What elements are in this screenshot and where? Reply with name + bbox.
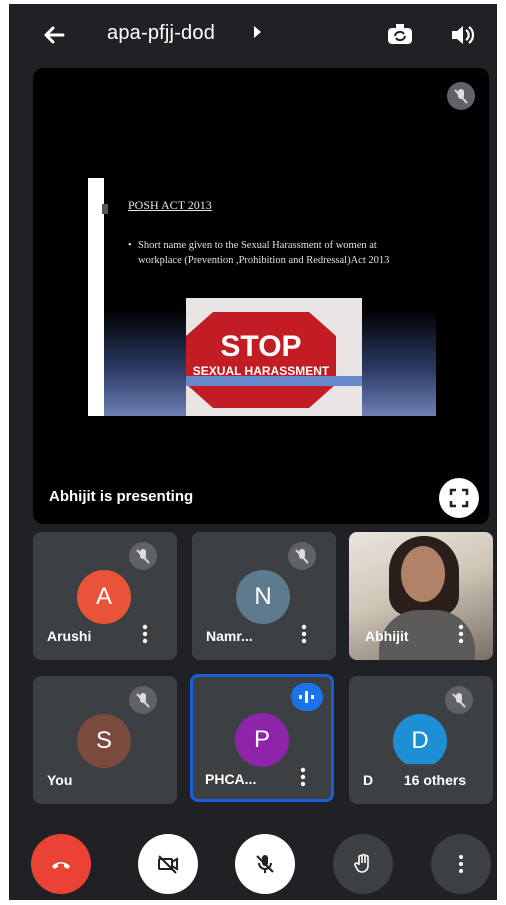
participant-name: D <box>363 772 374 788</box>
participant-video-tile[interactable]: Abhijit <box>349 532 493 660</box>
meet-screen: apa-pfjj-dod POSH ACT 2013 Short name gi… <box>9 4 497 900</box>
raise-hand-icon <box>354 853 369 873</box>
end-call-button[interactable] <box>31 834 91 894</box>
raise-hand-button[interactable] <box>333 834 393 894</box>
participant-name: Namr... <box>206 628 253 644</box>
more-options-button[interactable] <box>431 834 491 894</box>
slide-title: POSH ACT 2013 <box>128 198 212 212</box>
switch-camera-icon[interactable] <box>385 20 415 50</box>
mic-toggle-button[interactable] <box>235 834 295 894</box>
top-bar: apa-pfjj-dod <box>9 4 497 62</box>
avatar: D <box>393 714 447 768</box>
more-vert-icon <box>459 855 463 873</box>
participant-name: You <box>47 772 73 788</box>
slide-bullet: Short name given to the Sexual Harassmen… <box>128 238 408 268</box>
camera-off-icon <box>158 855 178 874</box>
mic-off-icon <box>129 542 157 570</box>
presentation-tile[interactable]: POSH ACT 2013 Short name given to the Se… <box>33 68 489 524</box>
avatar: N <box>236 570 290 624</box>
image-band <box>186 376 362 386</box>
back-arrow-icon[interactable] <box>39 20 69 50</box>
avatar: S <box>77 714 131 768</box>
person-face <box>401 546 445 602</box>
more-vert-icon[interactable] <box>139 622 151 646</box>
speaking-indicator-icon <box>291 683 323 711</box>
presenting-label: Abhijit is presenting <box>49 488 194 505</box>
avatar: P <box>235 713 289 767</box>
stop-sign-text: STOP <box>220 330 302 363</box>
camera-toggle-button[interactable] <box>138 834 198 894</box>
shared-slide: POSH ACT 2013 Short name given to the Se… <box>88 178 436 416</box>
more-vert-icon[interactable] <box>455 622 467 646</box>
avatar: A <box>77 570 131 624</box>
mic-off-icon <box>445 686 473 714</box>
mic-off-icon <box>288 542 316 570</box>
others-count-badge[interactable]: 16 others <box>387 764 483 796</box>
fullscreen-icon <box>449 488 469 508</box>
participant-tile[interactable]: A Arushi <box>33 532 177 660</box>
participant-tile-others[interactable]: D D 16 others <box>349 676 493 804</box>
participant-tile[interactable]: N Namr... <box>192 532 336 660</box>
fullscreen-button[interactable] <box>439 478 479 518</box>
more-vert-icon[interactable] <box>298 622 310 646</box>
stop-sign-shape: STOP SEXUAL HARASSMENT <box>186 312 336 408</box>
meeting-code[interactable]: apa-pfjj-dod <box>107 22 215 45</box>
slide-marker <box>102 204 108 214</box>
participant-tile[interactable]: S You <box>33 676 177 804</box>
mic-off-icon <box>129 686 157 714</box>
mic-off-icon <box>256 855 274 873</box>
stop-harassment-image: STOP SEXUAL HARASSMENT <box>186 298 362 416</box>
speaker-icon[interactable] <box>447 20 477 50</box>
participant-name: Abhijit <box>365 628 409 644</box>
participant-name: Arushi <box>47 628 92 644</box>
caret-right-icon[interactable] <box>254 26 261 38</box>
more-vert-icon[interactable] <box>297 765 309 789</box>
participant-name: PHCA... <box>205 771 257 787</box>
mic-off-icon <box>447 82 475 110</box>
participant-tile-speaking[interactable]: P PHCA... <box>190 674 334 802</box>
end-call-icon <box>52 862 70 869</box>
